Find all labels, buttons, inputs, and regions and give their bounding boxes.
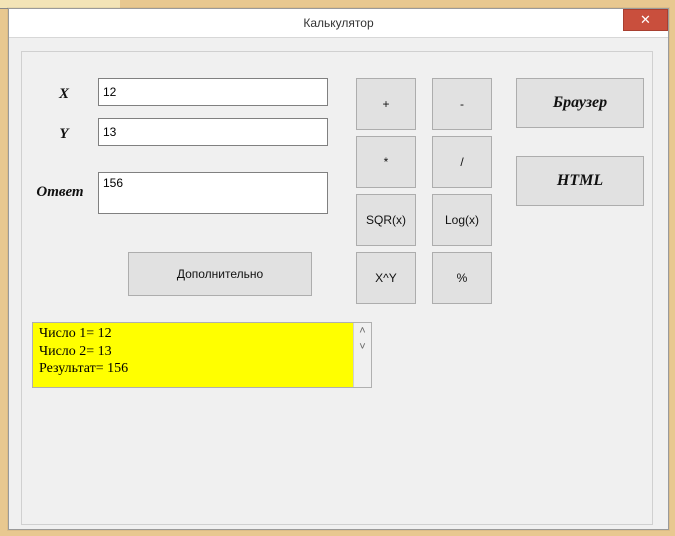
log-container: Число 1= 12 Число 2= 13 Результат= 156 ˄…	[32, 322, 372, 388]
close-icon: ✕	[640, 12, 651, 28]
main-panel: X Y Ответ + - * / SQR(x) Log(x) X^Y % До…	[21, 51, 653, 525]
log-output[interactable]: Число 1= 12 Число 2= 13 Результат= 156	[33, 323, 353, 387]
scroll-down-icon[interactable]: ˅	[359, 339, 365, 355]
op-pow-button[interactable]: X^Y	[356, 252, 416, 304]
label-answer: Ответ	[26, 184, 94, 201]
background-tabs	[0, 0, 675, 8]
label-y: Y	[34, 126, 94, 143]
browser-button[interactable]: Браузер	[516, 78, 644, 128]
op-plus-button[interactable]: +	[356, 78, 416, 130]
input-y[interactable]	[98, 118, 328, 146]
label-x: X	[34, 86, 94, 103]
log-scrollbar[interactable]: ˄ ˅	[353, 323, 371, 387]
op-multiply-button[interactable]: *	[356, 136, 416, 188]
op-log-button[interactable]: Log(x)	[432, 194, 492, 246]
input-answer[interactable]	[98, 172, 328, 214]
scroll-up-icon[interactable]: ˄	[359, 323, 365, 339]
client-area: X Y Ответ + - * / SQR(x) Log(x) X^Y % До…	[9, 37, 668, 529]
input-x[interactable]	[98, 78, 328, 106]
extra-button[interactable]: Дополнительно	[128, 252, 312, 296]
close-button[interactable]: ✕	[623, 9, 668, 31]
html-button[interactable]: HTML	[516, 156, 644, 206]
op-minus-button[interactable]: -	[432, 78, 492, 130]
op-divide-button[interactable]: /	[432, 136, 492, 188]
window-title: Калькулятор	[303, 16, 373, 30]
op-mod-button[interactable]: %	[432, 252, 492, 304]
titlebar[interactable]: Калькулятор ✕	[9, 9, 668, 38]
op-sqr-button[interactable]: SQR(x)	[356, 194, 416, 246]
calculator-window: Калькулятор ✕ X Y Ответ + - * / SQR(x) L…	[8, 8, 669, 530]
